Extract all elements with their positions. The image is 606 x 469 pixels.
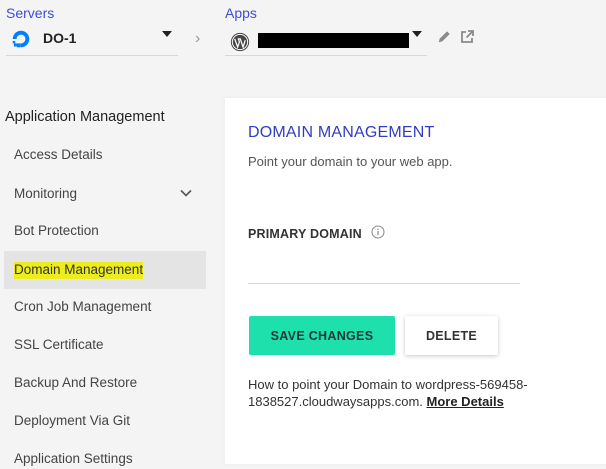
server-selector[interactable]: DO-1 [6, 22, 178, 56]
sidebar-item-label: Cron Job Management [14, 299, 152, 314]
sidebar-item-bot-protection[interactable]: Bot Protection [4, 212, 206, 250]
sidebar-item-application-settings[interactable]: Application Settings [4, 440, 206, 469]
primary-domain-label: PRIMARY DOMAIN [248, 227, 362, 241]
sidebar-item-deployment-via-git[interactable]: Deployment Via Git [4, 402, 206, 440]
chevron-right-icon: › [195, 30, 201, 47]
apps-label: Apps [225, 5, 257, 21]
servers-label: Servers [6, 5, 55, 21]
sidebar-item-label: SSL Certificate [14, 337, 104, 352]
sidebar-item-label: Application Settings [14, 451, 133, 466]
delete-button[interactable]: DELETE [405, 316, 498, 355]
domain-management-card: DOMAIN MANAGEMENT Point your domain to y… [225, 98, 606, 464]
pencil-icon[interactable] [437, 30, 451, 44]
app-name-redacted: Indian Demo Website [258, 33, 409, 48]
sidebar-item-label: Backup And Restore [14, 375, 138, 390]
sidebar-item-label: Domain Management [14, 262, 144, 279]
sidebar-item-label: Deployment Via Git [14, 413, 131, 428]
sidebar-item-label: Bot Protection [14, 223, 99, 238]
chevron-down-icon[interactable] [180, 189, 192, 197]
sidebar-item-ssl-certificate[interactable]: SSL Certificate [4, 326, 206, 364]
app-root: Servers DO-1 › Apps Indian Demo Website … [0, 0, 606, 469]
save-changes-button[interactable]: SAVE CHANGES [249, 316, 395, 355]
external-link-icon[interactable] [459, 29, 475, 45]
page-subtitle: Point your domain to your web app. [248, 154, 453, 169]
server-name: DO-1 [43, 30, 77, 46]
sidebar-item-domain-management[interactable]: Domain Management [4, 251, 206, 289]
digitalocean-icon [12, 30, 30, 48]
caret-down-icon [412, 31, 422, 37]
caret-down-icon [162, 31, 172, 37]
sidebar-item-label: Monitoring [14, 186, 78, 201]
help-text: How to point your Domain to wordpress-56… [248, 376, 598, 410]
page-title: DOMAIN MANAGEMENT [248, 124, 435, 141]
sidebar-title: Application Management [5, 109, 165, 125]
primary-domain-input[interactable] [248, 254, 520, 284]
sidebar-item-backup-and-restore[interactable]: Backup And Restore [4, 364, 206, 402]
app-selector[interactable]: Indian Demo Website [225, 22, 427, 56]
more-details-link[interactable]: More Details [427, 394, 504, 409]
info-icon[interactable] [371, 225, 385, 239]
sidebar-item-label: Access Details [14, 147, 103, 162]
sidebar-item-cron-job-management[interactable]: Cron Job Management [4, 288, 206, 326]
sidebar-item-monitoring[interactable]: Monitoring [4, 175, 206, 213]
wordpress-icon [230, 32, 250, 52]
sidebar-item-access-details[interactable]: Access Details [4, 136, 206, 174]
